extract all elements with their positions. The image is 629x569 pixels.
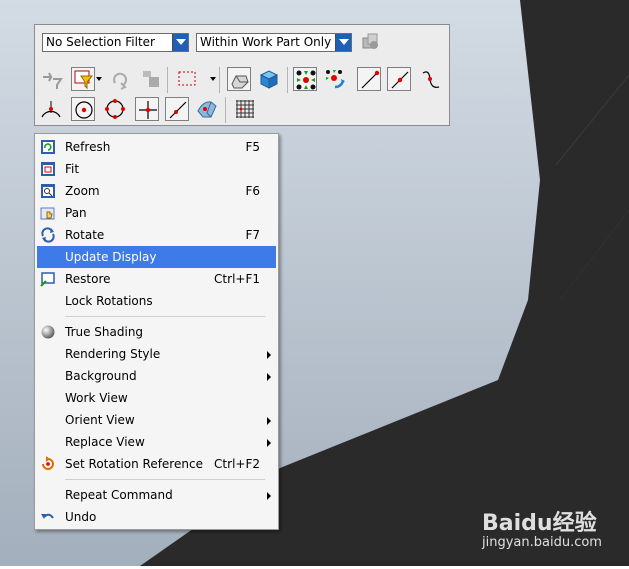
component-select-icon[interactable]: [323, 67, 347, 91]
deselect-all-icon[interactable]: [109, 67, 133, 91]
menu-item-orient-view[interactable]: Orient View: [37, 409, 276, 431]
chevron-down-icon[interactable]: [172, 34, 188, 51]
chevron-down-icon[interactable]: [210, 77, 216, 81]
menu-item-zoom[interactable]: Zoom F6: [37, 180, 276, 202]
rotation-reference-icon: [42, 456, 54, 470]
rectangle-selection-icon[interactable]: [175, 67, 199, 91]
toolbar-separator: [219, 67, 220, 93]
menu-item-update-display[interactable]: Update Display: [37, 246, 276, 268]
menu-item-label: Refresh: [65, 140, 111, 154]
menu-item-shortcut: Ctrl+F1: [214, 272, 260, 286]
selection-filter-value: No Selection Filter: [46, 35, 155, 49]
menu-item-label: Background: [65, 369, 137, 383]
point-on-surface-icon[interactable]: [195, 97, 219, 121]
zoom-icon: [41, 184, 55, 198]
menu-item-rendering-style[interactable]: Rendering Style: [37, 343, 276, 365]
menu-item-label: Repeat Command: [65, 488, 173, 502]
menu-item-undo[interactable]: Undo: [37, 506, 276, 528]
line-midpoint-icon[interactable]: [387, 67, 411, 91]
watermark: Baidu经验 jingyan.baidu.com: [482, 505, 622, 560]
submenu-arrow-icon: [267, 373, 271, 381]
menu-item-shortcut: F7: [245, 228, 260, 242]
menu-item-label: Lock Rotations: [65, 294, 153, 308]
intersection-point-icon[interactable]: [135, 97, 159, 121]
menu-item-label: Rotate: [65, 228, 105, 242]
body-select-icon[interactable]: [227, 67, 251, 91]
menu-item-repeat-command[interactable]: Repeat Command: [37, 484, 276, 506]
chevron-down-icon[interactable]: [96, 77, 102, 81]
menu-separator: [65, 479, 265, 480]
context-menu: Refresh F5 Fit Zoom F6 Pan Rotate F7 Upd…: [34, 133, 279, 530]
undo-icon: [41, 513, 54, 519]
menu-item-fit[interactable]: Fit: [37, 158, 276, 180]
submenu-arrow-icon: [267, 439, 271, 447]
menu-item-shortcut: F6: [245, 184, 260, 198]
feature-select-icon[interactable]: [293, 67, 317, 91]
point-on-curve-icon[interactable]: [165, 97, 189, 121]
watermark-site: jingyan.baidu.com: [482, 535, 602, 550]
menu-item-replace-view[interactable]: Replace View: [37, 431, 276, 453]
submenu-arrow-icon: [267, 351, 271, 359]
restore-icon: [40, 272, 55, 287]
assembly-filter-icon[interactable]: [358, 30, 382, 54]
arc-center-icon[interactable]: [39, 97, 63, 121]
scope-filter-dropdown[interactable]: Within Work Part Only: [196, 33, 352, 52]
scope-filter-value: Within Work Part Only: [200, 35, 332, 49]
quadrant-point-icon[interactable]: [103, 97, 127, 121]
menu-item-shortcut: F5: [245, 140, 260, 154]
menu-item-label: Replace View: [65, 435, 145, 449]
toolbar-separator: [167, 67, 168, 93]
menu-item-label: Pan: [65, 206, 87, 220]
watermark-brand: Baidu经验: [482, 511, 597, 536]
menu-item-label: Set Rotation Reference: [65, 457, 203, 471]
menu-item-shortcut: Ctrl+F2: [214, 457, 260, 471]
type-filter-icon[interactable]: [71, 67, 95, 91]
menu-item-label: Restore: [65, 272, 111, 286]
menu-item-label: Update Display: [65, 250, 157, 264]
selection-filter-dropdown[interactable]: No Selection Filter: [42, 33, 189, 52]
line-endpoint-icon[interactable]: [357, 67, 381, 91]
menu-item-label: Orient View: [65, 413, 135, 427]
menu-item-background[interactable]: Background: [37, 365, 276, 387]
chevron-down-icon[interactable]: [335, 34, 351, 51]
submenu-arrow-icon: [267, 417, 271, 425]
menu-item-label: Fit: [65, 162, 80, 176]
menu-separator: [65, 316, 265, 317]
menu-item-label: Zoom: [65, 184, 100, 198]
menu-item-lock-rotations[interactable]: Lock Rotations: [37, 290, 276, 312]
pan-icon: [40, 207, 55, 220]
fit-icon: [41, 162, 55, 176]
true-shading-icon: [41, 325, 55, 339]
general-selection-icon[interactable]: [139, 67, 163, 91]
menu-item-label: Undo: [65, 510, 97, 524]
menu-item-work-view[interactable]: Work View: [37, 387, 276, 409]
selection-toolbar: No Selection Filter Within Work Part Onl…: [34, 24, 450, 126]
menu-item-true-shading[interactable]: True Shading: [37, 321, 276, 343]
menu-item-label: Work View: [65, 391, 128, 405]
menu-item-label: Rendering Style: [65, 347, 161, 361]
menu-item-rotate[interactable]: Rotate F7: [37, 224, 276, 246]
face-select-icon[interactable]: [257, 67, 281, 91]
menu-item-restore[interactable]: Restore Ctrl+F1: [37, 268, 276, 290]
submenu-arrow-icon: [267, 492, 271, 500]
rotate-icon: [41, 227, 55, 243]
menu-item-refresh[interactable]: Refresh F5: [37, 136, 276, 158]
menu-item-set-rotation-reference[interactable]: Set Rotation Reference Ctrl+F2: [37, 453, 276, 475]
refresh-icon: [41, 140, 55, 154]
select-filter-disabled-icon[interactable]: [39, 67, 63, 91]
menu-item-label: True Shading: [65, 325, 144, 339]
toolbar-separator: [287, 67, 288, 93]
curve-icon[interactable]: [419, 67, 443, 91]
toolbar-separator: [225, 97, 226, 123]
circle-center-icon[interactable]: [71, 97, 95, 121]
menu-item-pan[interactable]: Pan: [37, 202, 276, 224]
grid-icon[interactable]: [233, 97, 257, 121]
